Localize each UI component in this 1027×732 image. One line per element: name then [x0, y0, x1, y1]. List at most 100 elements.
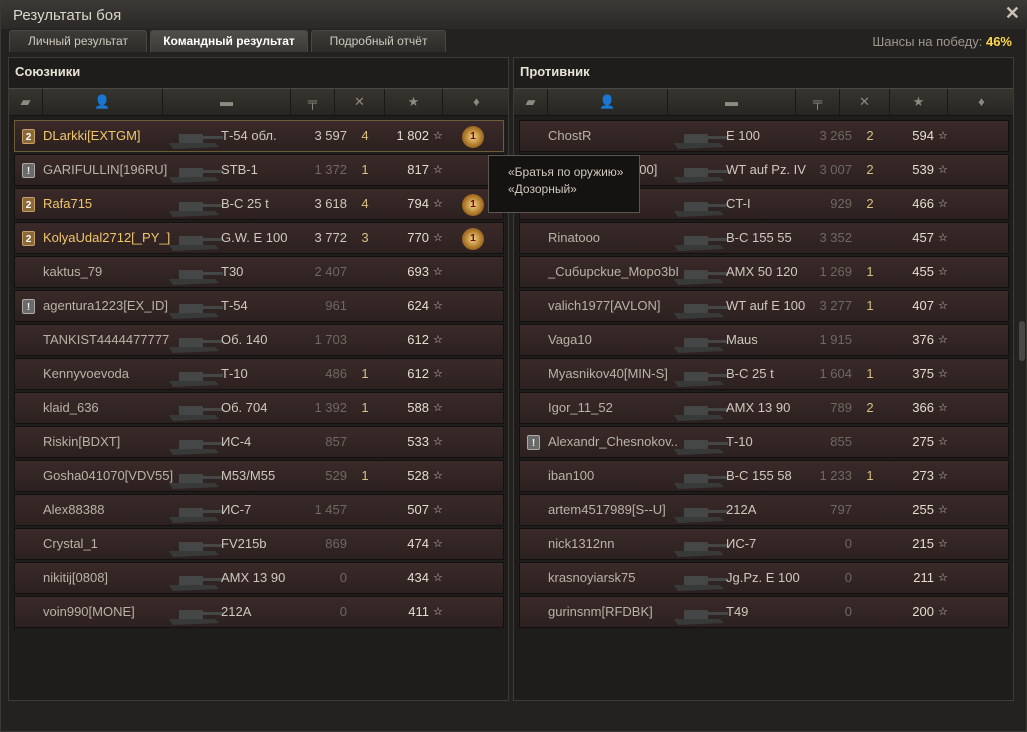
vehicle-name: M53/M55 [221, 468, 276, 483]
player-row[interactable]: 2 DLarkki[EXTGM] Т-54 обл. 3 597 4 1 802 ☆ 1 [14, 120, 504, 152]
player-col-icon[interactable]: 👤 [548, 89, 668, 115]
xp-value: 466 [912, 196, 934, 211]
vehicle-name: T49 [726, 604, 749, 619]
allies-title: Союзники [15, 64, 81, 79]
player-row[interactable]: nikitij[0808] AMX 13 90 0 434 ☆ [14, 562, 504, 594]
player-row[interactable]: Gosha041070[VDV55] M53/M55 529 1 528 ☆ [14, 460, 504, 492]
squad-col-icon[interactable]: ▰ [9, 89, 43, 115]
close-icon[interactable]: ✕ [1005, 3, 1020, 24]
vehicle-name: 212A [221, 604, 252, 619]
player-row[interactable]: 2 KolyaUdal2712[_PY_] G.W. E 100 3 772 3 770 ☆… [14, 222, 504, 254]
damage-value: 857 [325, 434, 347, 449]
damage-col-icon[interactable]: ╤ [291, 89, 335, 115]
damage-value: 1 372 [314, 162, 347, 177]
player-name: iban100 [548, 468, 595, 483]
xp-value: 366 [912, 400, 934, 415]
medal-icon[interactable]: 1 [462, 228, 484, 250]
scrollbar[interactable] [1019, 321, 1025, 361]
star-icon: ☆ [433, 266, 443, 278]
player-name: TANKIST4444477777 [43, 332, 170, 347]
squad-badge-icon: ! [22, 163, 35, 178]
star-icon: ☆ [938, 572, 948, 584]
player-row[interactable]: artem4517989[S--U] 212A 797 255 ☆ [519, 494, 1009, 526]
player-row[interactable]: gurinsnm[RFDBK] T49 0 200 ☆ [519, 596, 1009, 628]
player-name: klaid_636 [43, 400, 99, 415]
star-icon: ☆ [433, 300, 443, 312]
player-row[interactable]: ChostR E 100 3 265 2 594 ☆ [519, 120, 1009, 152]
player-row[interactable]: krasnoyiarsk75 Jg.Pz. E 100 0 211 ☆ [519, 562, 1009, 594]
xp-value: 624 [407, 298, 429, 313]
damage-value: 2 407 [314, 264, 347, 279]
player-name: ChostR [548, 128, 592, 143]
xp-col-icon[interactable]: ★ [890, 89, 948, 115]
player-row[interactable]: nick1312nn ИС-7 0 215 ☆ [519, 528, 1009, 560]
tab-detailed[interactable]: Подробный отчёт [311, 30, 446, 52]
damage-value: 929 [830, 196, 852, 211]
player-row[interactable]: ! agentura1223[EX_ID] Т-54 961 624 ☆ [14, 290, 504, 322]
star-icon: ☆ [938, 538, 948, 550]
tank-icon [674, 576, 728, 591]
xp-col-icon[interactable]: ★ [385, 89, 443, 115]
frags-col-icon[interactable]: ✕ [840, 89, 890, 115]
player-name: nick1312nn [548, 536, 615, 551]
star-icon: ☆ [433, 436, 443, 448]
player-row[interactable]: klaid_636 Об. 704 1 392 1 588 ☆ [14, 392, 504, 424]
titlebar: Результаты боя ✕ [1, 1, 1027, 29]
tab-personal[interactable]: Личный результат [9, 30, 147, 52]
player-name: Vaga10 [548, 332, 592, 347]
player-row[interactable]: Igor_11_52 AMX 13 90 789 2 366 ☆ [519, 392, 1009, 424]
medals-tooltip: «Братья по оружию» «Дозорный» [488, 155, 640, 213]
tab-team[interactable]: Командный результат [150, 30, 308, 52]
damage-value: 1 233 [819, 468, 852, 483]
medal-col-icon[interactable]: ♦ [443, 89, 510, 115]
damage-col-icon[interactable]: ╤ [796, 89, 840, 115]
enemies-title: Противник [520, 64, 590, 79]
damage-value: 3 265 [819, 128, 852, 143]
player-row[interactable]: iban100 B-C 155 58 1 233 1 273 ☆ [519, 460, 1009, 492]
player-row[interactable]: Kennyvoevoda Т-10 486 1 612 ☆ [14, 358, 504, 390]
xp-value: 507 [407, 502, 429, 517]
player-row[interactable]: voin990[MONE] 212A 0 411 ☆ [14, 596, 504, 628]
player-col-icon[interactable]: 👤 [43, 89, 163, 115]
vehicle-name: E 100 [726, 128, 760, 143]
player-name: _Cuбupckue_Mopo3bI [548, 264, 680, 279]
player-row[interactable]: kaktus_79 T30 2 407 693 ☆ [14, 256, 504, 288]
player-row[interactable]: _Cuбupckue_Mopo3bI AMX 50 120 1 269 1 455 ☆ [519, 256, 1009, 288]
frags-col-icon[interactable]: ✕ [335, 89, 385, 115]
xp-value: 434 [407, 570, 429, 585]
player-row[interactable]: Riskin[BDXT] ИС-4 857 533 ☆ [14, 426, 504, 458]
star-icon: ☆ [938, 368, 948, 380]
tank-icon [169, 202, 223, 217]
vehicle-name: Т-54 [221, 298, 248, 313]
player-name: Gosha041070[VDV55] [43, 468, 174, 483]
player-row[interactable]: ! Alexandr_Chesnokov.. Т-10 855 275 ☆ [519, 426, 1009, 458]
player-row[interactable]: valich1977[AVLON] WT auf E 100 3 277 1 407 ☆ [519, 290, 1009, 322]
tank-icon [169, 474, 223, 489]
tank-icon [674, 508, 728, 523]
player-row[interactable]: TANKIST4444477777 Об. 140 1 703 612 ☆ [14, 324, 504, 356]
tank-icon [169, 576, 223, 591]
medal-icon[interactable]: 1 [462, 126, 484, 148]
player-row[interactable]: Vaga10 Maus 1 915 376 ☆ [519, 324, 1009, 356]
medal-col-icon[interactable]: ♦ [948, 89, 1015, 115]
star-icon: ☆ [433, 130, 443, 142]
medal-icon[interactable]: 1 [462, 194, 484, 216]
player-row[interactable]: Crystal_1 FV215b 869 474 ☆ [14, 528, 504, 560]
player-row[interactable]: Myasnikov40[MIN-S] B-C 25 t1 604 1 375 ☆ [519, 358, 1009, 390]
player-row[interactable]: ! GARIFULLIN[196RU] STB-1 1 372 1 817 ☆ [14, 154, 504, 186]
xp-value: 588 [407, 400, 429, 415]
xp-value: 457 [912, 230, 934, 245]
player-row[interactable]: Rinatooo B-C 155 55 3 352 457 ☆ [519, 222, 1009, 254]
star-icon: ☆ [938, 232, 948, 244]
vehicle-name: Т-10 [221, 366, 248, 381]
player-row[interactable]: Alex88388 ИС-7 1 457 507 ☆ [14, 494, 504, 526]
vehicle-col-icon[interactable]: ▬ [668, 89, 796, 115]
vehicle-col-icon[interactable]: ▬ [163, 89, 291, 115]
player-row[interactable]: 2 Rafa715 B-C 25 t3 618 4 794 ☆ 1 [14, 188, 504, 220]
player-name: agentura1223[EX_ID] [43, 298, 169, 313]
squad-col-icon[interactable]: ▰ [514, 89, 548, 115]
tank-icon [674, 202, 728, 217]
player-name: Alex88388 [43, 502, 105, 517]
player-name: nikitij[0808] [43, 570, 109, 585]
xp-value: 275 [912, 434, 934, 449]
